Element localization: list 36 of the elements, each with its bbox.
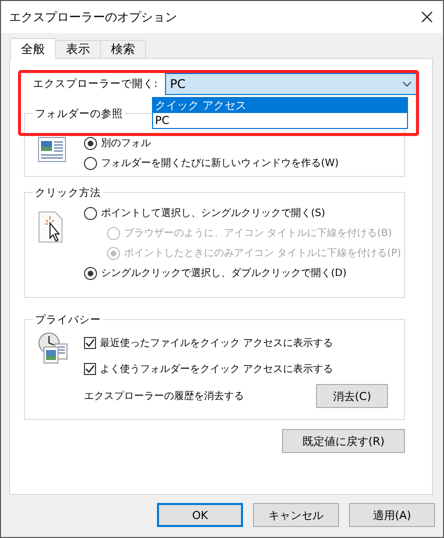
dialog-button[interactable]: 適用(A) <box>349 503 435 527</box>
chevron-down-icon <box>402 81 412 87</box>
radio-button[interactable] <box>84 206 97 220</box>
radio-label: ブラウザーのように、アイコン タイトルに下線を付ける(B) <box>124 226 392 240</box>
open-in-dropdown[interactable]: PC <box>164 73 419 95</box>
radio-button[interactable] <box>84 266 97 280</box>
checkbox-label: 最近使ったファイルをクイック アクセスに表示する <box>100 336 334 350</box>
group-title: クリック方法 <box>33 186 103 200</box>
dropdown-option[interactable]: クイック アクセス <box>153 98 407 113</box>
close-icon[interactable] <box>421 11 433 23</box>
window-icon <box>38 137 66 163</box>
dialog-button[interactable]: キャンセル <box>253 503 339 527</box>
checkmark-icon <box>85 364 95 374</box>
radio-label: シングルクリックで選択し、ダブルクリックで開く(D) <box>101 266 347 280</box>
radio-button[interactable] <box>84 136 97 150</box>
dialog-button[interactable]: OK <box>157 503 243 527</box>
open-in-label: エクスプローラーで開く: <box>33 77 159 91</box>
restore-defaults-button[interactable]: 既定値に戻す(R) <box>282 429 405 453</box>
radio-label: ポイントしたときにのみアイコン タイトルに下線を付ける(P) <box>124 247 402 260</box>
radio-label: フォルダーを開くたびに新しいウィンドウを作る(W) <box>101 156 339 170</box>
checkbox-label: よく使うフォルダーをクイック アクセスに表示する <box>100 362 334 376</box>
clock-documents-icon <box>38 332 68 364</box>
tab[interactable]: 全般 <box>10 38 56 59</box>
radio-label: ポイントして選択し、シングルクリックで開く(S) <box>101 207 326 220</box>
checkbox[interactable] <box>84 363 96 375</box>
group-title: フォルダーの参照 <box>33 107 125 121</box>
tab[interactable]: 検索 <box>100 40 146 59</box>
window-title: エクスプローラーのオプション <box>9 8 177 26</box>
radio-label: 別のフォル <box>101 137 151 150</box>
group-title: プライバシー <box>33 313 103 327</box>
clear-button[interactable]: 消去(C) <box>316 384 388 408</box>
checkmark-icon <box>85 338 95 348</box>
cursor-document-icon <box>38 211 64 243</box>
radio-button[interactable] <box>84 156 97 170</box>
checkbox[interactable] <box>84 337 96 349</box>
clear-history-label: エクスプローラーの履歴を消去する <box>84 390 244 403</box>
